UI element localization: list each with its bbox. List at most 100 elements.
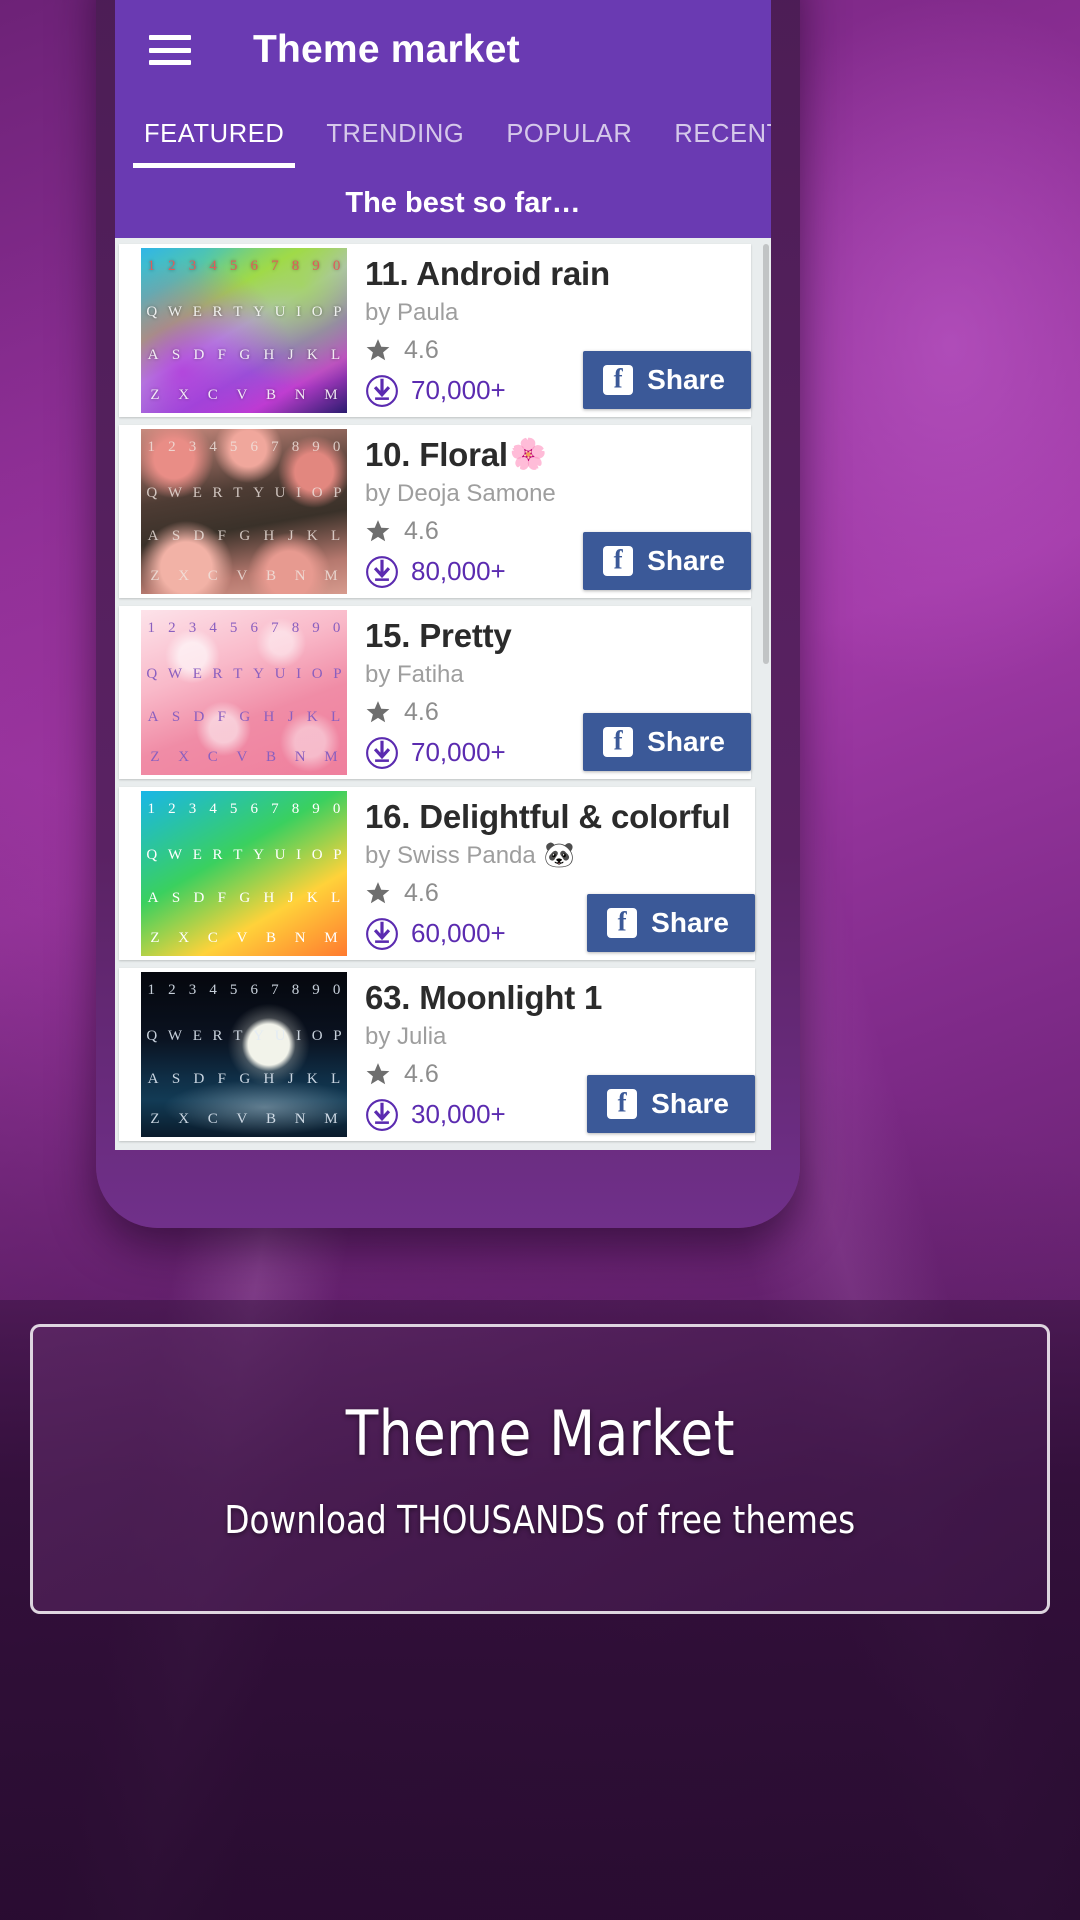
kb-row-1: QWERTYUIOP — [146, 1028, 342, 1045]
theme-thumbnail: 1234567890 QWERTYUIOP ASDFGHJKL ZXCVBNM — [141, 248, 347, 413]
theme-card[interactable]: 1234567890 QWERTYUIOP ASDFGHJKL ZXCVBNM … — [119, 425, 751, 598]
star-icon — [366, 1063, 390, 1085]
theme-rating-value: 4.6 — [404, 1059, 439, 1088]
theme-info: 63. Moonlight 1 by Julia 4.6 30,000+ f S… — [347, 968, 755, 1141]
theme-author-text: by Swiss Panda — [365, 841, 536, 869]
theme-title: 63. Moonlight 1 — [365, 979, 755, 1017]
theme-title: 15. Pretty — [365, 617, 751, 655]
page-title: Theme market — [253, 28, 520, 71]
theme-rating-value: 4.6 — [404, 335, 439, 364]
section-subtitle: The best so far… — [345, 186, 581, 219]
star-icon — [366, 701, 390, 723]
theme-downloads-value: 80,000+ — [411, 556, 506, 587]
kb-digit-row: 1234567890 — [147, 800, 341, 817]
theme-info: 10. Floral 🌸 by Deoja Samone 4.6 80,000+… — [347, 425, 751, 598]
facebook-icon — [603, 546, 634, 576]
theme-title-text: 10. Floral — [365, 436, 508, 473]
theme-author: by Paula — [365, 299, 751, 327]
theme-author: by Swiss Panda 🐼 — [365, 842, 755, 870]
theme-title-text: 15. Pretty — [365, 617, 512, 654]
theme-title-text: 63. Moonlight 1 — [365, 979, 603, 1016]
theme-thumbnail: 1234567890 QWERTYUIOP ASDFGHJKL ZXCVBNM — [141, 791, 347, 956]
tab-recent[interactable]: RECENT — [653, 100, 771, 168]
promo-banner: Theme Market Download THOUSANDS of free … — [30, 1324, 1050, 1614]
theme-rating-value: 4.6 — [404, 878, 439, 907]
share-button-label: Share — [651, 1088, 729, 1119]
kb-digit-row: 1234567890 — [147, 619, 341, 636]
share-button-label: Share — [647, 364, 725, 395]
theme-downloads-value: 60,000+ — [411, 918, 506, 949]
kb-digit-row: 1234567890 — [147, 257, 341, 274]
kb-row-1: QWERTYUIOP — [146, 304, 342, 321]
share-button-label: Share — [647, 545, 725, 576]
kb-row-1: QWERTYUIOP — [146, 847, 342, 864]
share-button-label: Share — [647, 726, 725, 757]
share-button-label: Share — [651, 907, 729, 938]
screenshot-root: Theme market FEATURED TRENDING POPULAR R… — [0, 0, 1080, 1920]
theme-author-text: by Deoja Samone — [365, 479, 556, 507]
download-icon — [366, 918, 398, 950]
download-icon — [366, 375, 398, 407]
theme-card[interactable]: 1234567890 QWERTYUIOP ASDFGHJKL ZXCVBNM … — [119, 787, 755, 960]
star-icon — [366, 339, 390, 361]
kb-row-2: ASDFGHJKL — [147, 347, 341, 363]
kb-digit-row: 1234567890 — [147, 438, 341, 455]
theme-downloads-value: 70,000+ — [411, 375, 506, 406]
kb-digit-row: 1234567890 — [147, 981, 341, 998]
facebook-icon — [607, 908, 638, 938]
theme-author-emoji: 🐼 — [543, 841, 575, 870]
theme-author: by Deoja Samone — [365, 480, 751, 508]
theme-card[interactable]: 1234567890 QWERTYUIOP ASDFGHJKL ZXCVBNM … — [119, 606, 751, 779]
theme-card[interactable]: 1234567890 QWERTYUIOP ASDFGHJKL ZXCVBNM … — [119, 244, 751, 417]
share-button[interactable]: Share — [583, 532, 751, 590]
share-button[interactable]: Share — [583, 351, 751, 409]
app-bar: Theme market — [115, 0, 771, 100]
section-subtitle-band: The best so far… — [115, 168, 771, 238]
theme-rating-value: 4.6 — [404, 516, 439, 545]
share-button[interactable]: Share — [587, 1075, 755, 1133]
theme-thumbnail: 1234567890 QWERTYUIOP ASDFGHJKL ZXCVBNM — [141, 610, 347, 775]
theme-thumbnail: 1234567890 QWERTYUIOP ASDFGHJKL ZXCVBNM — [141, 429, 347, 594]
theme-thumbnail: 1234567890 QWERTYUIOP ASDFGHJKL ZXCVBNM — [141, 972, 347, 1137]
promo-banner-zone: Theme Market Download THOUSANDS of free … — [0, 1300, 1080, 1920]
tab-featured[interactable]: FEATURED — [123, 100, 305, 168]
facebook-icon — [607, 1089, 638, 1119]
share-button[interactable]: Share — [587, 894, 755, 952]
promo-banner-subtitle: Download THOUSANDS of free themes — [224, 1497, 856, 1542]
kb-row-2: ASDFGHJKL — [147, 709, 341, 725]
theme-author: by Fatiha — [365, 661, 751, 689]
theme-author-text: by Fatiha — [365, 660, 464, 688]
theme-author: by Julia — [365, 1023, 755, 1051]
share-button[interactable]: Share — [583, 713, 751, 771]
theme-info: 16. Delightful & colorful by Swiss Panda… — [347, 787, 755, 960]
star-icon — [366, 520, 390, 542]
kb-row-1: QWERTYUIOP — [146, 666, 342, 683]
kb-row-3: ZXCVBNM — [150, 929, 338, 946]
theme-title: 10. Floral 🌸 — [365, 436, 751, 474]
theme-card[interactable]: 1234567890 QWERTYUIOP ASDFGHJKL ZXCVBNM … — [119, 968, 755, 1141]
theme-title-text: 11. Android rain — [365, 255, 610, 292]
theme-author-text: by Paula — [365, 298, 459, 326]
list-scrollbar[interactable] — [763, 244, 769, 664]
theme-title-emoji: 🌸 — [509, 438, 548, 472]
tab-trending[interactable]: TRENDING — [305, 100, 485, 168]
kb-row-1: QWERTYUIOP — [146, 485, 342, 502]
kb-row-3: ZXCVBNM — [150, 386, 338, 403]
download-icon — [366, 737, 398, 769]
theme-title-text: 16. Delightful & colorful — [365, 798, 731, 835]
kb-row-3: ZXCVBNM — [150, 748, 338, 765]
tab-popular[interactable]: POPULAR — [485, 100, 653, 168]
kb-row-3: ZXCVBNM — [150, 1110, 338, 1127]
theme-info: 15. Pretty by Fatiha 4.6 70,000+ f Share — [347, 606, 751, 779]
theme-author-text: by Julia — [365, 1022, 447, 1050]
theme-downloads-value: 70,000+ — [411, 737, 506, 768]
theme-downloads-value: 30,000+ — [411, 1099, 506, 1130]
theme-list[interactable]: 1234567890 QWERTYUIOP ASDFGHJKL ZXCVBNM … — [115, 238, 771, 1150]
facebook-icon — [603, 365, 634, 395]
kb-row-2: ASDFGHJKL — [147, 1071, 341, 1087]
kb-row-3: ZXCVBNM — [150, 567, 338, 584]
star-icon — [366, 882, 390, 904]
facebook-icon — [603, 727, 634, 757]
hamburger-menu-icon[interactable] — [149, 35, 191, 65]
promo-banner-title: Theme Market — [345, 1396, 735, 1470]
